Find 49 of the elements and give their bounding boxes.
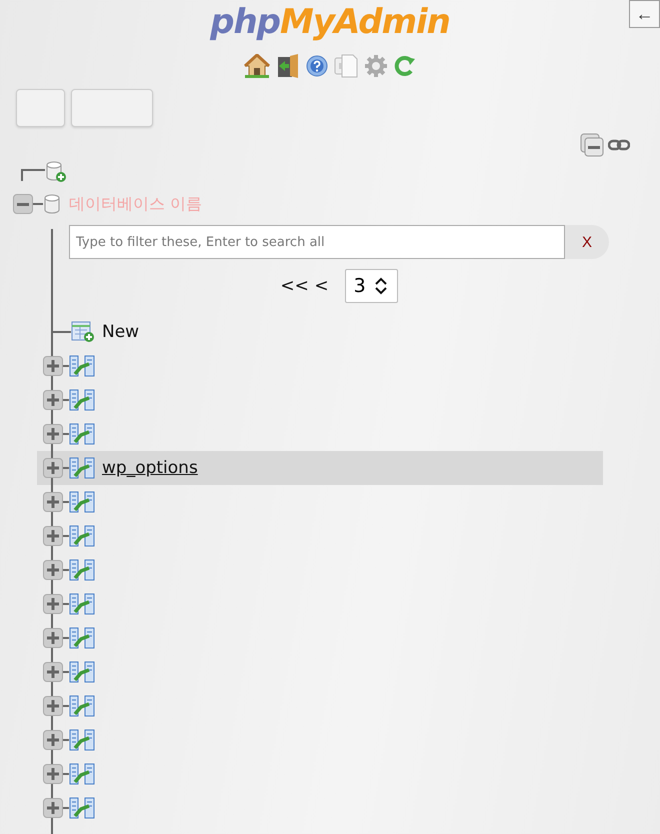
collapse-button[interactable] <box>13 194 33 214</box>
expand-button[interactable] <box>43 696 63 716</box>
table-icon <box>69 355 95 377</box>
table-icon <box>69 525 95 547</box>
table-icon <box>69 627 95 649</box>
new-table-link[interactable]: New <box>102 322 140 342</box>
table-icon <box>69 763 95 785</box>
previous-page-link[interactable]: << < <box>280 276 329 296</box>
expand-button[interactable] <box>43 730 63 750</box>
expand-button[interactable] <box>43 662 63 682</box>
expand-button[interactable] <box>43 594 63 614</box>
collapse-all-icon[interactable] <box>580 133 604 157</box>
expand-button[interactable] <box>43 798 63 818</box>
expand-button[interactable] <box>43 356 63 376</box>
settings-icon[interactable] <box>364 54 388 78</box>
chevron-icon <box>374 277 388 295</box>
reload-icon[interactable] <box>394 54 416 78</box>
expand-button[interactable] <box>43 560 63 580</box>
table-name[interactable]: wp_options <box>102 458 198 478</box>
new-database-icon[interactable] <box>45 161 67 183</box>
exit-door-icon[interactable] <box>276 54 300 78</box>
expand-button[interactable] <box>43 390 63 410</box>
expand-button[interactable] <box>43 764 63 784</box>
expand-button[interactable] <box>43 458 63 478</box>
table-icon <box>69 695 95 717</box>
table-icon <box>69 729 95 751</box>
table-icon <box>69 593 95 615</box>
table-icon <box>69 559 95 581</box>
expand-button[interactable] <box>43 628 63 648</box>
logo[interactable]: phpMyAdmin <box>210 2 450 42</box>
expand-button[interactable] <box>43 424 63 444</box>
table-icon <box>69 491 95 513</box>
table-icon <box>69 423 95 445</box>
home-icon[interactable] <box>244 54 270 78</box>
page-select[interactable]: 3 <box>344 269 398 303</box>
document-icon[interactable] <box>334 54 358 78</box>
clear-button[interactable]: X <box>565 225 609 259</box>
table-icon <box>69 797 95 819</box>
back-button[interactable]: ← <box>629 0 660 28</box>
database-icon[interactable] <box>43 194 61 214</box>
filter-field[interactable]: Type to filter these, Enter to search all <box>69 225 565 259</box>
new-table-icon[interactable] <box>71 321 95 343</box>
table-icon <box>69 661 95 683</box>
help-icon[interactable] <box>306 55 328 77</box>
table-icon <box>69 457 95 479</box>
expand-button[interactable] <box>43 492 63 512</box>
table-icon <box>69 389 95 411</box>
expand-button[interactable] <box>43 526 63 546</box>
table-row[interactable]: wp_options <box>37 451 603 485</box>
